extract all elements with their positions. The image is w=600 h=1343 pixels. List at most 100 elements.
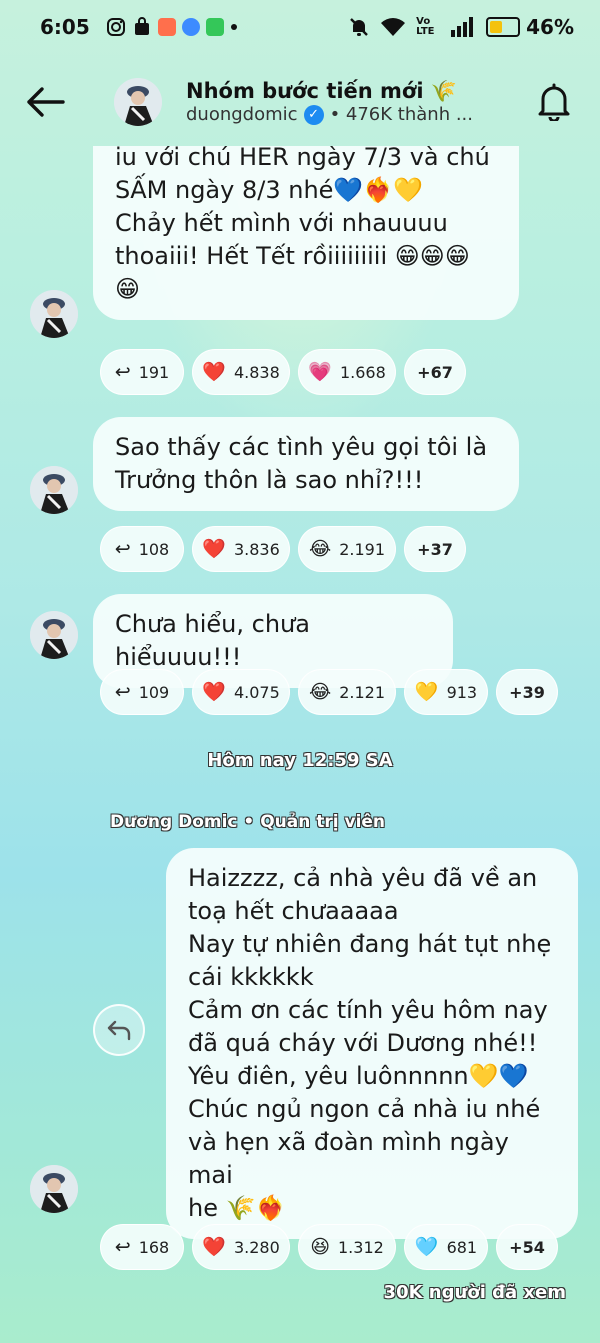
reaction-count: 2.121 [339,682,386,702]
reaction-count: 1.312 [338,1237,384,1257]
avatar-photo-icon [30,611,78,659]
laugh-reaction-chip[interactable]: 😆 1.312 [298,1224,396,1270]
reply-reaction-chip[interactable]: ↩ 109 [100,669,184,715]
reply-arrow-icon: ↩ [114,360,131,383]
sender-avatar[interactable] [30,466,78,514]
red-heart-icon: ❤️ [202,1235,226,1258]
battery-indicator: 46% [486,15,574,39]
reaction-count: 109 [138,682,170,702]
message-bubble[interactable]: Haizzzz, cả nhà yêu đã về an toạ hết chư… [166,848,578,1239]
red-heart-icon: ❤️ [202,680,226,703]
more-count: +67 [417,362,453,382]
more-reactions-chip[interactable]: +37 [404,526,466,572]
heart-reaction-chip[interactable]: ❤️ 4.075 [192,669,290,715]
battery-percent: 46% [526,15,574,39]
notification-icons [106,17,238,37]
reaction-count: 108 [138,539,170,559]
channel-header: Nhóm bước tiến mới 🌾 duongdomic ✓ • 476K… [0,60,600,144]
back-button[interactable] [24,80,68,124]
volte-label: Vo LTE [416,16,435,37]
channel-info[interactable]: Nhóm bước tiến mới 🌾 duongdomic ✓ • 476K… [186,79,532,125]
message-text: Sao thấy các tình yêu gọi tôi là Trưởng … [115,433,488,494]
message-text: Hẹn gặp cả nhà ta, Hà Nội thân iu với ch… [115,146,490,303]
reply-arrow-icon: ↩ [114,1235,131,1258]
battery-icon [486,17,521,37]
mute-bell-icon [350,18,368,36]
author-label: Dương Domic • Quản trị viên [110,812,386,832]
channel-avatar[interactable] [114,78,162,126]
verified-icon: ✓ [303,104,324,125]
more-reactions-chip[interactable]: +54 [496,1224,558,1270]
reply-arrow-icon: ↩ [114,537,131,560]
reaction-count: 3.836 [233,539,280,559]
wifi-icon [381,18,406,36]
laugh-cry-icon: 😂 [309,680,332,703]
creator-name: duongdomic [186,104,298,125]
shield-app-icon [205,18,224,36]
reaction-count: 191 [138,362,170,382]
reaction-count: 681 [446,1237,478,1257]
pink-heart-icon: 💗 [308,360,332,383]
message-text: Chưa hiểu, chưa hiểuuuu!!! [115,610,310,671]
signal-icon [451,17,474,37]
more-count: +37 [417,539,453,559]
sender-avatar[interactable] [30,611,78,659]
message-text: Haizzzz, cả nhà yêu đã về an toạ hết chư… [188,864,552,1222]
sender-avatar[interactable] [30,1165,78,1213]
reaction-bar: ↩ 108 ❤️ 3.836 😂 2.191 +37 [100,526,466,572]
game-app-icon [157,18,176,36]
reply-reaction-chip[interactable]: ↩ 168 [100,1224,184,1270]
status-bar: 6:05 Vo LTE 46% [0,0,600,54]
browser-app-icon [181,18,200,36]
laugh-cry-icon: 😂 [309,537,332,560]
reply-button[interactable] [93,1004,145,1056]
shopping-bag-icon [134,17,149,35]
reaction-bar: ↩ 191 ❤️ 4.838 💗 1.668 +67 [100,349,466,395]
sender-avatar[interactable] [30,290,78,338]
reply-reaction-chip[interactable]: ↩ 191 [100,349,184,395]
view-count: 30K người đã xem [383,1282,566,1303]
heart-reaction-chip[interactable]: ❤️ 4.838 [192,349,290,395]
reaction-count: 913 [446,682,478,702]
reaction-count: 4.838 [233,362,280,382]
date-separator: Hôm nay 12:59 SA [207,750,393,771]
more-reactions-chip[interactable]: +67 [404,349,466,395]
message-bubble[interactable]: Hẹn gặp cả nhà ta, Hà Nội thân iu với ch… [93,146,519,320]
channel-title: Nhóm bước tiến mới 🌾 [186,79,458,103]
reaction-bar: ↩ 168 ❤️ 3.280 😆 1.312 🩵 681 +54 [100,1224,558,1270]
reaction-count: 2.191 [339,539,386,559]
more-count: +54 [509,1237,545,1257]
laugh-reaction-chip[interactable]: 😂 2.191 [298,526,396,572]
reply-reaction-chip[interactable]: ↩ 108 [100,526,184,572]
red-heart-icon: ❤️ [202,360,226,383]
red-heart-icon: ❤️ [202,537,226,560]
light-blue-heart-icon: 🩵 [414,1235,439,1258]
reaction-count: 4.075 [233,682,280,702]
channel-subtitle: duongdomic ✓ • 476K thành ... [186,104,532,125]
reaction-bar: ↩ 109 ❤️ 4.075 😂 2.121 💛 913 +39 [100,669,558,715]
reaction-count: 1.668 [339,362,386,382]
bell-icon [538,83,570,121]
yellow-heart-icon: 💛 [414,680,439,703]
light-blue-heart-reaction-chip[interactable]: 🩵 681 [404,1224,488,1270]
battery-fill [490,21,503,33]
status-time: 6:05 [40,15,90,39]
grin-squint-icon: 😆 [310,1235,330,1258]
heart-reaction-chip[interactable]: ❤️ 3.280 [192,1224,290,1270]
yellow-heart-reaction-chip[interactable]: 💛 913 [404,669,488,715]
reaction-count: 3.280 [233,1237,280,1257]
avatar-photo-icon [30,1165,78,1213]
pink-heart-reaction-chip[interactable]: 💗 1.668 [298,349,396,395]
heart-reaction-chip[interactable]: ❤️ 3.836 [192,526,290,572]
laugh-reaction-chip[interactable]: 😂 2.121 [298,669,396,715]
reaction-count: 168 [138,1237,170,1257]
dot-icon [230,24,237,30]
more-reactions-chip[interactable]: +39 [496,669,558,715]
message-bubble[interactable]: Sao thấy các tình yêu gọi tôi là Trưởng … [93,417,519,511]
avatar-photo-icon [30,290,78,338]
avatar-photo-icon [114,78,162,126]
instagram-icon [106,18,125,36]
arrow-left-icon [27,87,65,117]
notification-button[interactable] [532,80,576,124]
status-right: Vo LTE 46% [348,15,574,39]
